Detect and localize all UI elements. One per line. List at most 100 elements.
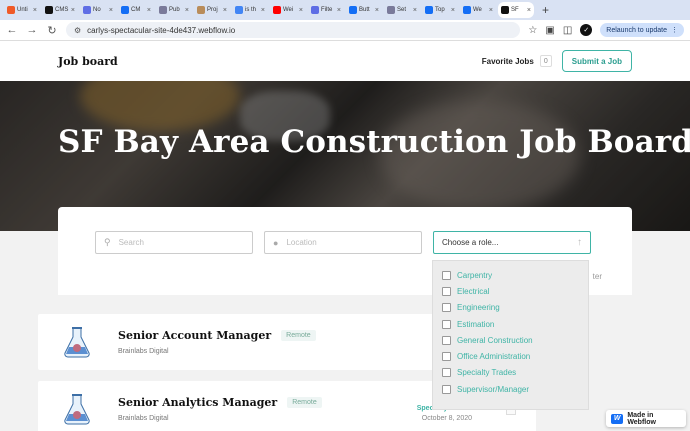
extensions-icon[interactable]: ▣	[545, 25, 554, 36]
tab-label: Wei	[283, 7, 294, 13]
site-navbar: Job board Favorite Jobs 0 Submit a Job	[0, 41, 690, 81]
favorite-count-badge: 0	[539, 55, 552, 67]
browser-tab-strip: Unti × CMS × No × CM × Pub × Proj × is th × Wei × Filte ×…	[0, 0, 690, 20]
sidebar-icon[interactable]: ◫	[563, 25, 572, 36]
tab-favicon-icon	[83, 6, 91, 14]
tab-close-icon[interactable]: ×	[261, 7, 265, 14]
tab-favicon-icon	[349, 6, 357, 14]
made-in-webflow-badge[interactable]: W Made in Webflow	[606, 410, 686, 427]
tab-label: Unti	[17, 7, 28, 13]
tab-label: CM	[131, 7, 141, 13]
role-option[interactable]: Specialty Trades	[442, 365, 579, 381]
checkbox[interactable]	[442, 384, 451, 394]
back-icon[interactable]: ←	[6, 24, 18, 36]
clear-filter-link[interactable]: ter	[593, 272, 602, 281]
arrow-up-icon: ↑	[577, 237, 582, 248]
location-pin-icon: ●	[273, 237, 279, 248]
checkbox[interactable]	[442, 286, 451, 296]
forward-icon[interactable]: →	[26, 24, 38, 36]
tab-label: Top	[435, 7, 445, 13]
tab-close-icon[interactable]: ×	[71, 7, 75, 14]
browser-toolbar: ← → ↻ ⚙ carlys-spectacular-site-4de437.w…	[0, 20, 690, 41]
tab-favicon-icon	[235, 6, 243, 14]
role-option[interactable]: General Construction	[442, 332, 579, 348]
browser-tab[interactable]: CM ×	[118, 2, 154, 18]
role-option[interactable]: Carpentry	[442, 267, 579, 283]
role-select[interactable]: Choose a role... ↑	[433, 231, 591, 254]
job-title[interactable]: Senior Analytics Manager	[118, 396, 277, 409]
reload-icon[interactable]: ↻	[46, 24, 58, 37]
submit-job-button[interactable]: Submit a Job	[561, 50, 632, 72]
role-option[interactable]: Electrical	[442, 283, 579, 299]
browser-tab[interactable]: Wei ×	[270, 2, 306, 18]
checkbox[interactable]	[442, 352, 451, 362]
tab-close-icon[interactable]: ×	[33, 7, 37, 14]
tab-close-icon[interactable]: ×	[299, 7, 303, 14]
job-meta: Senior Account Manager Remote Brainlabs Di…	[118, 329, 316, 355]
role-option[interactable]: Estimation	[442, 316, 579, 332]
checkbox[interactable]	[442, 270, 451, 280]
profile-avatar[interactable]: ✓	[580, 24, 593, 36]
company-name: Brainlabs Digital	[118, 415, 169, 422]
tab-label: Proj	[207, 7, 218, 13]
browser-tab[interactable]: No ×	[80, 2, 116, 18]
tab-favicon-icon	[7, 6, 15, 14]
role-option[interactable]: Office Administration	[442, 348, 579, 364]
job-title[interactable]: Senior Account Manager	[118, 329, 271, 342]
webflow-logo-icon: W	[611, 413, 624, 424]
location-placeholder: Location	[286, 238, 317, 247]
more-menu-icon: ⋮	[671, 27, 678, 34]
role-placeholder: Choose a role...	[442, 238, 499, 247]
tab-close-icon[interactable]: ×	[147, 7, 151, 14]
location-input[interactable]: ● Location	[264, 231, 422, 254]
tab-favicon-icon	[45, 6, 53, 14]
checkbox[interactable]	[442, 319, 451, 329]
tab-favicon-icon	[273, 6, 281, 14]
role-option[interactable]: Engineering	[442, 300, 579, 316]
brand-logo[interactable]: Job board	[58, 55, 118, 68]
role-option-label: Estimation	[457, 319, 495, 329]
tab-close-icon[interactable]: ×	[337, 7, 341, 14]
relaunch-button[interactable]: Relaunch to update ⋮	[600, 23, 684, 37]
search-icon: ⚲	[104, 237, 111, 247]
tab-favicon-icon	[197, 6, 205, 14]
address-bar[interactable]: ⚙ carlys-spectacular-site-4de437.webflow…	[66, 22, 521, 38]
new-tab-button[interactable]: +	[542, 3, 549, 17]
site-info-icon[interactable]: ⚙	[74, 26, 81, 35]
tab-label: We	[473, 7, 482, 13]
checkbox[interactable]	[442, 303, 451, 313]
favorite-jobs-link[interactable]: Favorite Jobs 0	[482, 55, 552, 67]
browser-tab[interactable]: CMS ×	[42, 2, 78, 18]
browser-tab[interactable]: SF ×	[498, 2, 534, 18]
browser-tab[interactable]: Set ×	[384, 2, 420, 18]
tab-close-icon[interactable]: ×	[489, 7, 493, 14]
tab-close-icon[interactable]: ×	[375, 7, 379, 14]
star-icon[interactable]: ☆	[528, 25, 537, 36]
browser-tab[interactable]: Top ×	[422, 2, 458, 18]
checkbox[interactable]	[442, 335, 451, 345]
tab-label: CMS	[55, 7, 69, 13]
browser-tab[interactable]: Filte ×	[308, 2, 344, 18]
relaunch-label: Relaunch to update	[606, 26, 667, 34]
checkbox[interactable]	[442, 368, 451, 378]
tab-close-icon[interactable]: ×	[527, 7, 531, 14]
filter-bar: ⚲ Search ● Location Choose a role... ↑	[95, 231, 591, 254]
browser-tab[interactable]: Pub ×	[156, 2, 192, 18]
browser-tab[interactable]: We ×	[460, 2, 496, 18]
browser-tab[interactable]: Proj ×	[194, 2, 230, 18]
tab-close-icon[interactable]: ×	[109, 7, 113, 14]
remote-tag: Remote	[287, 397, 322, 408]
role-option-label: Specialty Trades	[457, 368, 517, 378]
role-option[interactable]: Supervisor/Manager	[442, 381, 579, 397]
browser-tab[interactable]: Unti ×	[4, 2, 40, 18]
role-option-label: Office Administration	[457, 352, 531, 362]
tab-close-icon[interactable]: ×	[185, 7, 189, 14]
search-input[interactable]: ⚲ Search	[95, 231, 253, 254]
tab-close-icon[interactable]: ×	[223, 7, 227, 14]
browser-tab[interactable]: is th ×	[232, 2, 268, 18]
badge-label: Made in Webflow	[627, 411, 656, 426]
browser-tab[interactable]: Butt ×	[346, 2, 382, 18]
tab-close-icon[interactable]: ×	[451, 7, 455, 14]
company-name: Brainlabs Digital	[118, 348, 169, 355]
tab-close-icon[interactable]: ×	[413, 7, 417, 14]
